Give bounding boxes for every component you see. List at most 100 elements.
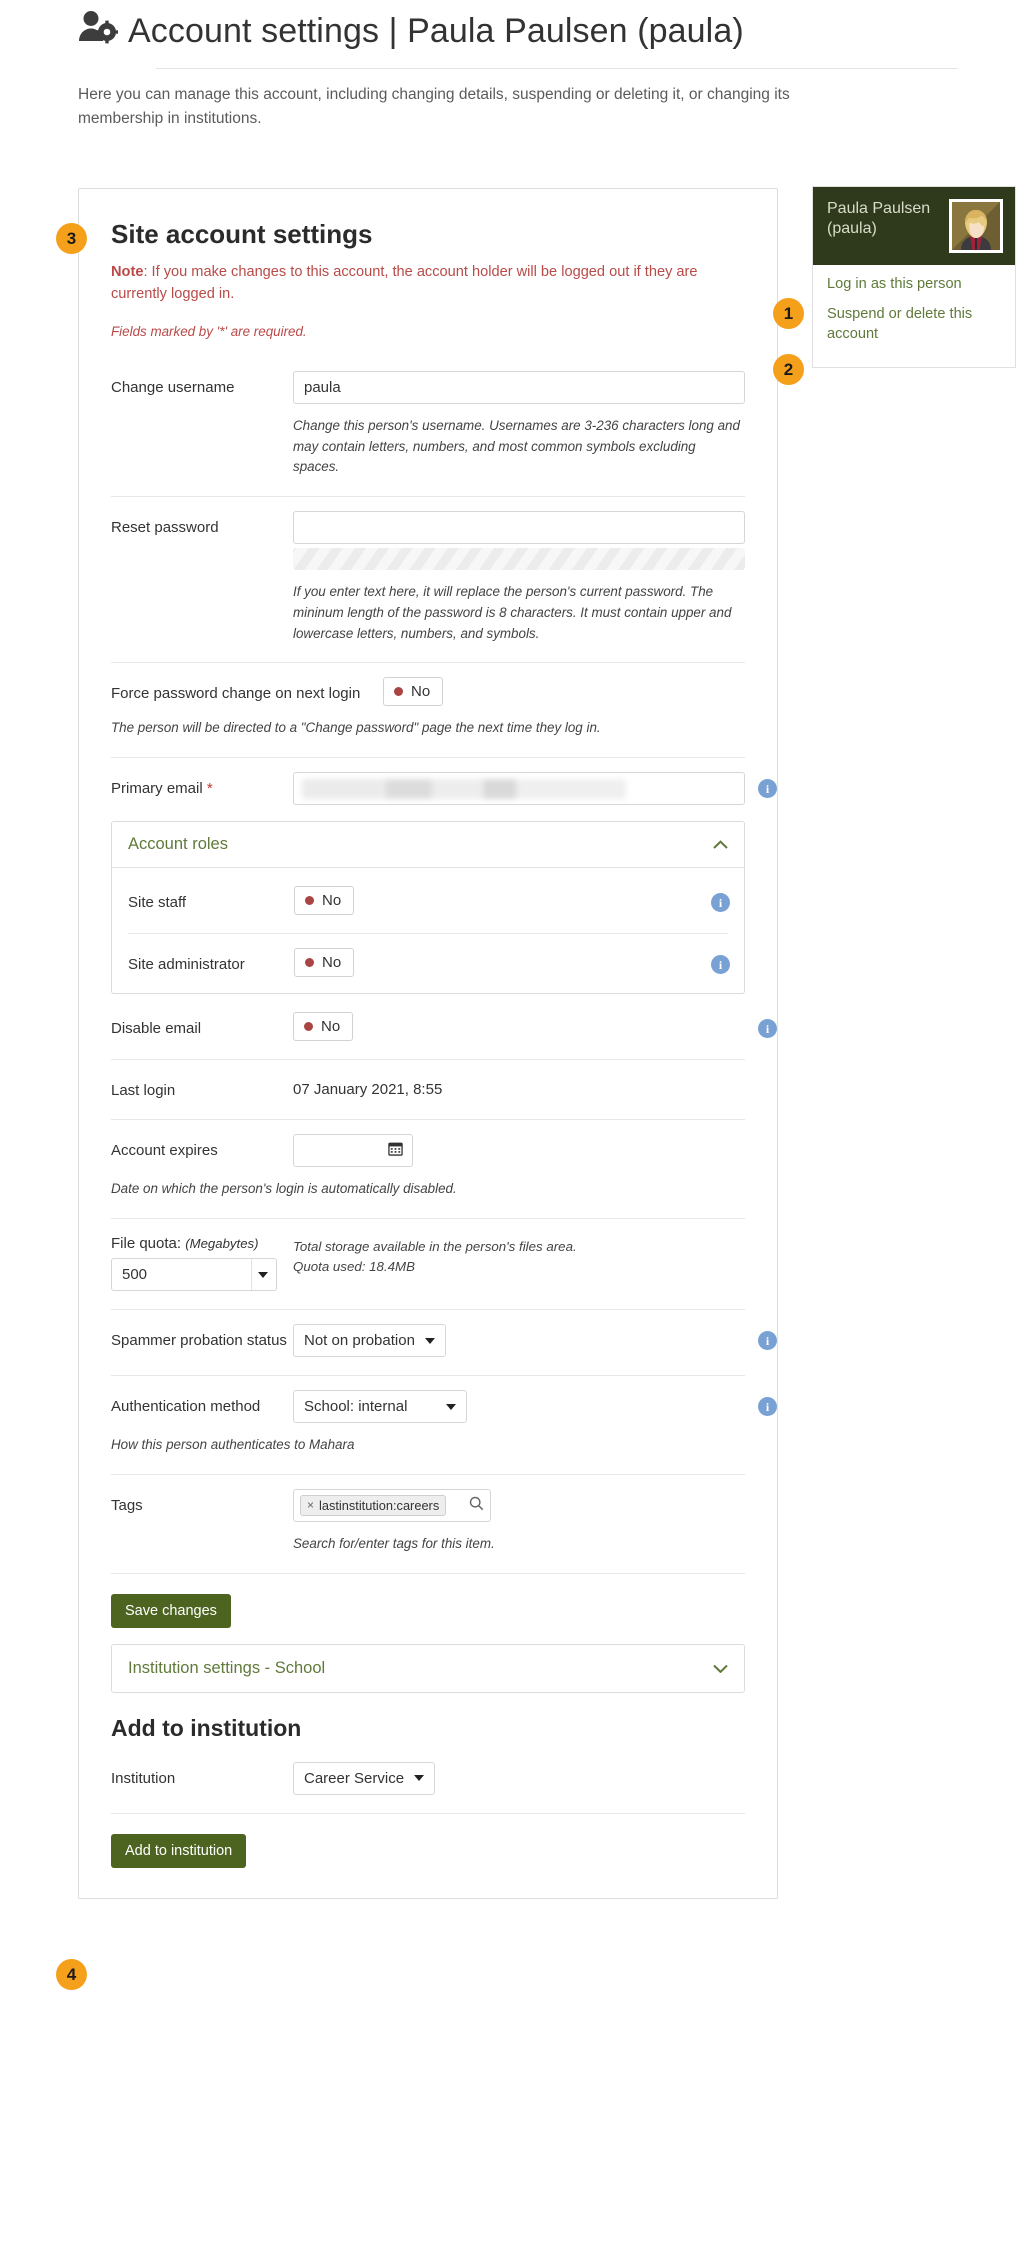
chevron-down-icon[interactable] — [713, 1661, 728, 1676]
label-file-quota-text: File quota: — [111, 1235, 181, 1252]
toggle-off-dot-icon — [305, 896, 314, 905]
site-staff-toggle[interactable]: No — [294, 886, 354, 915]
remove-tag-icon[interactable]: × — [307, 1498, 314, 1512]
chevron-down-icon — [258, 1272, 268, 1278]
user-gear-icon — [78, 10, 118, 52]
save-changes-button[interactable]: Save changes — [111, 1594, 231, 1628]
calendar-icon[interactable] — [388, 1141, 403, 1160]
avatar — [949, 199, 1003, 253]
spammer-probation-select[interactable]: Not on probation — [293, 1324, 446, 1357]
user-side-card-links: Log in as this person Suspend or delete … — [813, 265, 1015, 367]
required-fields-note: Fields marked by '*' are required. — [111, 324, 745, 339]
tag-chip[interactable]: × lastinstitution:careers — [300, 1495, 446, 1516]
toggle-off-dot-icon — [305, 958, 314, 967]
account-roles-header[interactable]: Account roles — [112, 822, 744, 868]
label-account-expires: Account expires — [111, 1134, 293, 1161]
warning-note: Note: If you make changes to this accoun… — [111, 262, 745, 306]
field-row-authentication-method: Authentication method School: internal i — [111, 1376, 745, 1423]
force-password-change-value: No — [411, 683, 430, 700]
help-authentication-method: How this person authenticates to Mahara — [111, 1435, 745, 1456]
tag-chip-label: lastinstitution:careers — [319, 1498, 439, 1513]
field-row-site-administrator: Site administrator No i — [128, 934, 728, 977]
file-quota-select[interactable]: 500 — [111, 1258, 277, 1291]
chevron-down-icon — [425, 1338, 435, 1344]
label-primary-email: Primary email * — [111, 772, 293, 799]
field-row-primary-email: Primary email * i — [111, 758, 745, 805]
label-primary-email-text: Primary email — [111, 780, 203, 797]
label-reset-password: Reset password — [111, 511, 293, 538]
page-title: Account settings | Paula Paulsen (paula) — [78, 10, 1036, 52]
field-row-reset-password: Reset password — [111, 497, 745, 570]
disable-email-value: No — [321, 1018, 340, 1035]
info-icon-spammer-probation[interactable]: i — [758, 1331, 777, 1350]
label-file-quota-unit: (Megabytes) — [185, 1236, 258, 1251]
page-title-text: Account settings | Paula Paulsen (paula) — [128, 13, 744, 50]
disable-email-toggle[interactable]: No — [293, 1012, 353, 1041]
toggle-off-dot-icon — [304, 1022, 313, 1031]
site-staff-value: No — [322, 892, 341, 909]
account-expires-input[interactable] — [293, 1134, 413, 1167]
field-row-file-quota: File quota: (Megabytes) 500 Total s — [111, 1219, 745, 1291]
label-authentication-method: Authentication method — [111, 1390, 293, 1417]
side-link-login-as[interactable]: Log in as this person — [827, 275, 1003, 294]
institution-value: Career Service — [304, 1770, 404, 1787]
field-row-username: Change username — [111, 357, 745, 404]
help-username: Change this person's username. Usernames… — [293, 416, 745, 478]
tags-input[interactable]: × lastinstitution:careers — [293, 1489, 491, 1522]
file-quota-used: Quota used: 18.4MB — [293, 1257, 577, 1277]
add-to-institution-button[interactable]: Add to institution — [111, 1834, 246, 1868]
step-badge-1: 1 — [773, 298, 804, 329]
label-institution: Institution — [111, 1762, 293, 1789]
info-icon-disable-email[interactable]: i — [758, 1019, 777, 1038]
username-input[interactable] — [293, 371, 745, 404]
primary-email-input[interactable] — [293, 772, 745, 805]
institution-settings-collapse[interactable]: Institution settings - School — [111, 1644, 745, 1693]
label-last-login: Last login — [111, 1074, 293, 1101]
info-icon-site-administrator[interactable]: i — [711, 955, 730, 974]
account-roles-body: Site staff No i Site administrator — [112, 868, 744, 993]
info-icon-site-staff[interactable]: i — [711, 893, 730, 912]
label-tags: Tags — [111, 1489, 293, 1516]
step-badge-3: 3 — [56, 223, 87, 254]
label-disable-email: Disable email — [111, 1012, 293, 1039]
label-force-password-change: Force password change on next login — [111, 677, 383, 704]
site-administrator-toggle[interactable]: No — [294, 948, 354, 977]
warning-note-label: Note — [111, 264, 143, 280]
page-header: Account settings | Paula Paulsen (paula) — [0, 0, 1036, 69]
add-to-institution-title: Add to institution — [111, 1715, 745, 1742]
search-icon[interactable] — [469, 1496, 484, 1515]
institution-settings-label: Institution settings - School — [128, 1659, 325, 1678]
user-side-card: Paula Paulsen (paula) Log in as this per… — [812, 186, 1016, 368]
page-lead: Here you can manage this account, includ… — [0, 69, 870, 131]
label-file-quota: File quota: (Megabytes) — [111, 1235, 277, 1252]
user-side-card-name: Paula Paulsen (paula) — [827, 199, 941, 240]
label-spammer-probation: Spammer probation status — [111, 1324, 293, 1351]
field-row-spammer-probation: Spammer probation status Not on probatio… — [111, 1310, 745, 1357]
institution-select[interactable]: Career Service — [293, 1762, 435, 1795]
authentication-method-value: School: internal — [304, 1398, 407, 1415]
info-icon-authentication-method[interactable]: i — [758, 1397, 777, 1416]
authentication-method-select[interactable]: School: internal — [293, 1390, 467, 1423]
site-account-settings-card: Site account settings Note: If you make … — [78, 188, 778, 1899]
required-star: * — [207, 780, 213, 797]
last-login-value: 07 January 2021, 8:55 — [293, 1081, 442, 1098]
field-row-account-expires: Account expires — [111, 1120, 745, 1167]
chevron-down-icon — [446, 1404, 456, 1410]
chevron-down-icon — [414, 1775, 424, 1781]
password-strength-meter — [293, 548, 745, 570]
chevron-up-icon[interactable] — [713, 837, 728, 852]
field-row-tags: Tags × lastinstitution:careers — [111, 1475, 745, 1522]
field-row-last-login: Last login 07 January 2021, 8:55 — [111, 1060, 745, 1101]
toggle-off-dot-icon — [394, 687, 403, 696]
field-row-force-password-change: Force password change on next login No — [111, 663, 745, 706]
info-icon-primary-email[interactable]: i — [758, 779, 777, 798]
help-tags: Search for/enter tags for this item. — [293, 1534, 745, 1555]
force-password-change-toggle[interactable]: No — [383, 677, 443, 706]
help-reset-password: If you enter text here, it will replace … — [293, 582, 745, 644]
field-row-site-staff: Site staff No i — [128, 872, 728, 915]
reset-password-input[interactable] — [293, 511, 745, 544]
side-link-suspend-delete[interactable]: Suspend or delete this account — [827, 305, 1003, 344]
help-force-password-change: The person will be directed to a "Change… — [111, 718, 745, 739]
step-badge-2: 2 — [773, 354, 804, 385]
warning-note-text: : If you make changes to this account, t… — [111, 264, 698, 302]
